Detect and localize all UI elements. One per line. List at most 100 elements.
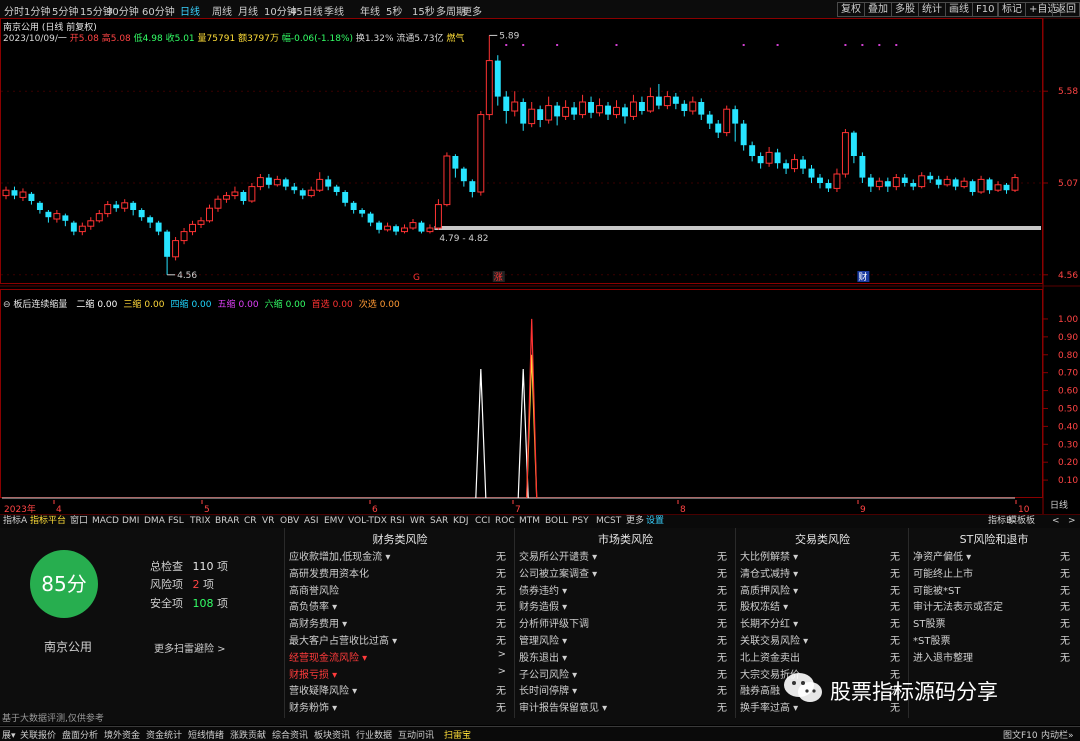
risk-row-label[interactable]: ST股票 (913, 615, 945, 630)
bottom-right-1[interactable]: 内动栏» (1041, 728, 1074, 741)
indicator-tab-11[interactable]: OBV (280, 516, 299, 527)
period-2[interactable]: 5分钟 (52, 3, 78, 18)
indicator-collapse-icon[interactable]: ⊖ (3, 300, 11, 310)
bottom-item-6[interactable]: 涨跌贡献 (230, 728, 266, 741)
toolbar-btn-4[interactable]: 画线 (945, 2, 973, 17)
indicator-tab-25[interactable]: 更多 (626, 516, 644, 527)
more-scan-link[interactable]: 更多扫雷避险 > (154, 640, 226, 655)
period-14[interactable]: 15秒 (412, 3, 435, 18)
chart-area[interactable]: 5.58 5.07 4.56 5.89 4.56 4.79 - 4.82 G 涨 财 1.00 0.… (0, 18, 1080, 514)
period-13[interactable]: 5秒 (386, 3, 402, 18)
risk-row-label[interactable]: 高财务费用 ▾ (289, 615, 347, 630)
period-4[interactable]: 30分钟 (106, 3, 139, 18)
indicator-tab-19[interactable]: CCI (475, 516, 490, 527)
indicator-tab-2[interactable]: 窗口 (70, 516, 88, 527)
period-0[interactable]: 分时 (4, 3, 24, 18)
risk-row-label[interactable]: 可能被*ST (913, 582, 960, 597)
bottom-item-8[interactable]: 板块资讯 (314, 728, 350, 741)
indicator-tab-3[interactable]: MACD (92, 516, 119, 527)
indicator-tab-12[interactable]: ASI (304, 516, 319, 527)
risk-row-label[interactable]: 进入退市整理 (913, 649, 973, 664)
toolbar-btn-3[interactable]: 统计 (918, 2, 946, 17)
risk-row-label[interactable]: 净资产偏低 ▾ (913, 548, 971, 563)
risk-row-label[interactable]: 大比例解禁 ▾ (740, 548, 798, 563)
indicator-tab-15[interactable]: RSI (390, 516, 405, 527)
risk-row-label[interactable]: 可能终止上市 (913, 565, 973, 580)
risk-row-label[interactable]: 高质押风险 ▾ (740, 582, 798, 597)
indicator-tab-23[interactable]: PSY (572, 516, 589, 527)
tab-scroll-left[interactable]: < (1052, 516, 1060, 527)
risk-row-label[interactable]: 审计无法表示或否定 (913, 598, 1003, 613)
toolbar-btn-0[interactable]: 复权 (837, 2, 865, 17)
indicator-tab-20[interactable]: ROC (495, 516, 515, 527)
indicator-tab-13[interactable]: EMV (324, 516, 344, 527)
indicator-tab-right-2[interactable]: 板 (1026, 516, 1035, 527)
risk-row-label[interactable]: 融券高融 (740, 682, 780, 697)
toolbar-btn-5[interactable]: F10 (972, 2, 999, 17)
indicator-tab-26[interactable]: 设置 (646, 516, 664, 527)
indicator-tab-7[interactable]: TRIX (190, 516, 211, 527)
indicator-tab-6[interactable]: FSL (168, 516, 184, 527)
risk-row-label[interactable]: 关联交易风险 ▾ (740, 632, 808, 647)
bottom-item-9[interactable]: 行业数据 (356, 728, 392, 741)
risk-row-label[interactable]: 债券违约 ▾ (519, 582, 567, 597)
period-12[interactable]: 年线 (360, 3, 380, 18)
risk-row-label[interactable]: 高负债率 ▾ (289, 598, 337, 613)
risk-row-label[interactable]: 长期不分红 ▾ (740, 615, 798, 630)
period-7[interactable]: 周线 (212, 3, 232, 18)
bottom-item-11[interactable]: 扫雷宝 (444, 728, 471, 741)
indicator-tab-17[interactable]: SAR (430, 516, 448, 527)
period-11[interactable]: 季线 (324, 3, 344, 18)
toolbar-btn-1[interactable]: 叠加 (864, 2, 892, 17)
bottom-item-0[interactable]: 展▾ (2, 728, 16, 741)
indicator-tab-right-1[interactable]: 模板 (1008, 516, 1026, 527)
toolbar-btn-2[interactable]: 多股 (891, 2, 919, 17)
bottom-item-7[interactable]: 综合资讯 (272, 728, 308, 741)
period-6[interactable]: 日线 (180, 3, 200, 18)
indicator-tab-14[interactable]: VOL-TDX (348, 516, 387, 527)
indicator-tab-10[interactable]: VR (262, 516, 274, 527)
bottom-item-5[interactable]: 短线情绪 (188, 728, 224, 741)
risk-row-label[interactable]: 管理风险 ▾ (519, 632, 567, 647)
indicator-tab-24[interactable]: MCST (596, 516, 621, 527)
indicator-tab-4[interactable]: DMI (122, 516, 139, 527)
bottom-right-0[interactable]: 图文F10 (1003, 728, 1038, 741)
risk-row-label[interactable]: 审计报告保留意见 ▾ (519, 699, 607, 714)
indicator-tab-1[interactable]: 指标平台 (30, 516, 66, 527)
period-1[interactable]: 1分钟 (24, 3, 50, 18)
bottom-item-3[interactable]: 境外资金 (104, 728, 140, 741)
indicator-tab-8[interactable]: BRAR (215, 516, 239, 527)
indicator-tab-16[interactable]: WR (410, 516, 425, 527)
indicator-tab-21[interactable]: MTM (519, 516, 540, 527)
risk-row-label[interactable]: 股权冻结 ▾ (740, 598, 788, 613)
risk-row-label[interactable]: 最大客户占营收比过高 ▾ (289, 632, 397, 647)
risk-row-label[interactable]: *ST股票 (913, 632, 950, 647)
risk-row-label[interactable]: 交易所公开谴责 ▾ (519, 548, 597, 563)
period-10[interactable]: 45日线 (290, 3, 323, 18)
risk-row-label[interactable]: 应收款增加,低现金流 ▾ (289, 548, 390, 563)
cai-marker[interactable]: 财 (858, 271, 867, 283)
risk-row-label[interactable]: 北上资金卖出 (740, 649, 800, 664)
bottom-item-10[interactable]: 互动问讯 (398, 728, 434, 741)
period-tab-day[interactable]: 日线 (1050, 501, 1068, 512)
indicator-tab-5[interactable]: DMA (144, 516, 165, 527)
indicator-tab-0[interactable]: 指标A (3, 516, 27, 527)
risk-row-label[interactable]: 财报亏损 ▾ (289, 666, 337, 681)
period-16[interactable]: 更多 (462, 3, 482, 18)
risk-row-label[interactable]: 子公司风险 ▾ (519, 666, 577, 681)
indicator-tab-18[interactable]: KDJ (453, 516, 469, 527)
risk-row-label[interactable]: 经营现金流风险 ▾ (289, 649, 367, 664)
risk-row-label[interactable]: 股东退出 ▾ (519, 649, 567, 664)
risk-row-label[interactable]: 清仓式减持 ▾ (740, 565, 798, 580)
tab-scroll-right[interactable]: > (1068, 516, 1076, 527)
toolbar-btn-8[interactable]: 返回 (1052, 2, 1080, 17)
risk-row-label[interactable]: 财务粉饰 ▾ (289, 699, 337, 714)
risk-row-label[interactable]: 高研发费用资本化 (289, 565, 369, 580)
indicator-tab-9[interactable]: CR (244, 516, 257, 527)
risk-row-label[interactable]: 高商誉风险 (289, 582, 339, 597)
period-8[interactable]: 月线 (238, 3, 258, 18)
zhang-marker[interactable]: 涨 (494, 272, 503, 283)
period-5[interactable]: 60分钟 (142, 3, 175, 18)
risk-row-label[interactable]: 公司被立案调查 ▾ (519, 565, 597, 580)
toolbar-btn-6[interactable]: 标记 (998, 2, 1026, 17)
